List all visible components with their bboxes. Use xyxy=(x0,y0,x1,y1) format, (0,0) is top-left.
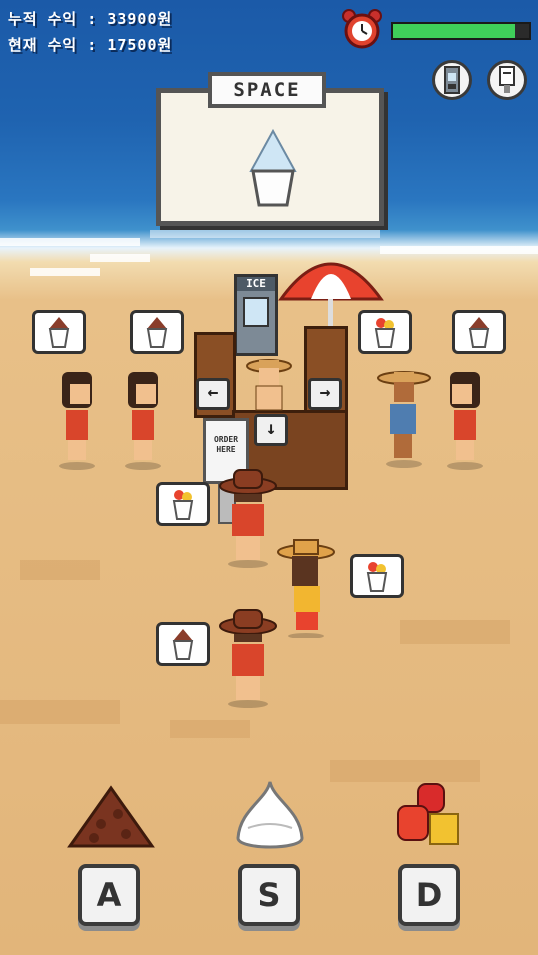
right-arrow-button[interactable]: → xyxy=(308,378,342,410)
customer xyxy=(125,372,161,470)
customer xyxy=(277,539,335,638)
alarm-clock-icon xyxy=(342,9,382,49)
ice-machine-window xyxy=(243,297,269,327)
current-revenue-row: 현재 수익 : 17500원 xyxy=(8,36,173,54)
sand-patch xyxy=(400,620,510,644)
wave xyxy=(150,230,380,238)
order-bubble xyxy=(156,482,210,526)
time-remaining-bar xyxy=(391,22,531,40)
order-bubble xyxy=(452,310,506,354)
red-bean-ice-icon xyxy=(172,629,194,660)
total-revenue-value: 33900원 xyxy=(107,10,173,28)
ice-machine-icon xyxy=(444,66,460,94)
current-revenue-value: 17500원 xyxy=(107,36,173,54)
customer xyxy=(219,609,277,708)
order-bubble xyxy=(358,310,412,354)
wave xyxy=(380,246,538,254)
kiosk-shop-button[interactable] xyxy=(487,60,527,100)
wave xyxy=(90,254,150,262)
fruit-ice-icon xyxy=(366,562,388,592)
wave xyxy=(0,238,140,246)
total-revenue-label: 누적 수익 xyxy=(8,10,78,28)
sand-patch xyxy=(20,560,100,580)
order-bubble xyxy=(350,554,404,598)
whipped-cream-topping-icon xyxy=(236,781,304,849)
red-bean-ice-icon xyxy=(146,317,168,348)
red-bean-ice-icon xyxy=(48,317,70,348)
shaved-ice-icon xyxy=(249,128,297,207)
customer xyxy=(219,469,277,568)
customer xyxy=(59,372,95,470)
red-bean-ice-icon xyxy=(468,317,490,348)
sand-patch xyxy=(0,700,120,724)
revenue-stats: 누적 수익 : 33900원 현재 수익 : 17500원 xyxy=(8,6,172,58)
topping-key-s[interactable]: S xyxy=(238,864,300,926)
down-arrow-button[interactable]: ↓ xyxy=(254,414,288,446)
ice-machine: ICE xyxy=(234,274,278,356)
left-arrow-button[interactable]: ← xyxy=(196,378,230,410)
ice-machine-shop-button[interactable] xyxy=(432,60,472,100)
kiosk-icon xyxy=(499,66,515,93)
topping-key-d[interactable]: D xyxy=(398,864,460,926)
wave xyxy=(30,268,100,276)
order-panel xyxy=(156,88,384,226)
fruit-ice-icon xyxy=(374,318,396,348)
sand-patch xyxy=(330,760,480,782)
ice-machine-label: ICE xyxy=(237,277,275,291)
time-remaining-fill xyxy=(393,24,516,38)
fruit-topping-icon xyxy=(397,783,459,845)
current-revenue-label: 현재 수익 xyxy=(8,36,78,54)
order-bubble xyxy=(156,622,210,666)
customer xyxy=(447,372,483,470)
sand-patch xyxy=(170,720,250,738)
order-bubble xyxy=(130,310,184,354)
vendor xyxy=(246,359,292,411)
space-key-label[interactable]: SPACE xyxy=(208,72,326,108)
order-bubble xyxy=(32,310,86,354)
topping-key-a[interactable]: A xyxy=(78,864,140,926)
fruit-ice-icon xyxy=(172,490,194,520)
red-bean-topping-icon xyxy=(67,785,155,848)
customer xyxy=(377,371,431,468)
total-revenue-row: 누적 수익 : 33900원 xyxy=(8,10,173,28)
game-scene: 누적 수익 : 33900원 현재 수익 : 17500원 SPACE ICE … xyxy=(0,0,538,955)
